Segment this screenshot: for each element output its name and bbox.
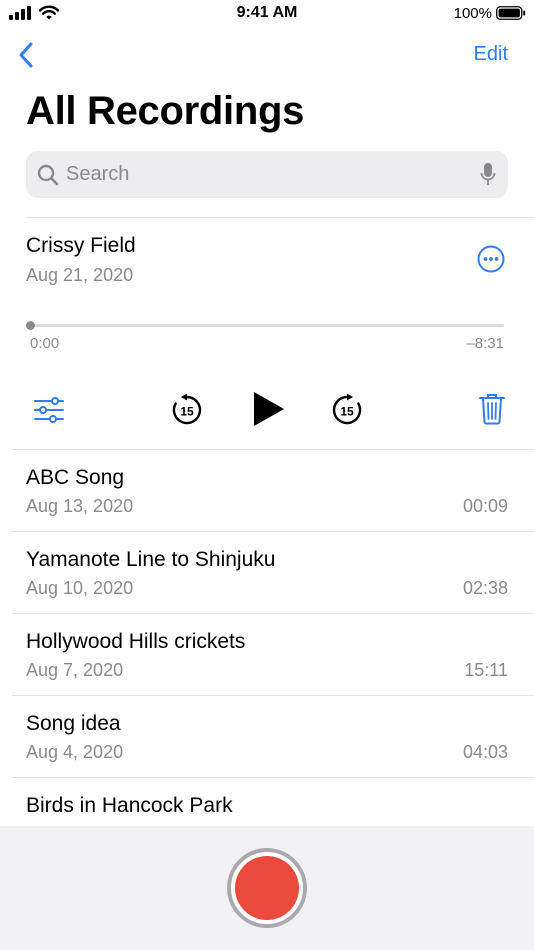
recording-title: Yamanote Line to Shinjuku	[26, 548, 276, 571]
skip-forward-seconds: 15	[340, 405, 354, 419]
list-item[interactable]: Hollywood Hills crickets Aug 7, 2020 15:…	[0, 614, 534, 696]
recording-duration: 02:38	[462, 578, 508, 598]
microphone-icon[interactable]	[480, 162, 496, 188]
record-icon	[235, 856, 299, 920]
search-input[interactable]	[66, 151, 456, 198]
trash-icon[interactable]	[479, 393, 505, 425]
recording-title: Song idea	[26, 712, 121, 735]
recording-title: Hollywood Hills crickets	[26, 630, 246, 653]
page-title: All Recordings	[26, 89, 305, 133]
battery-percent: 100%	[453, 5, 492, 22]
recording-title: Birds in Hancock Park	[26, 794, 233, 817]
recording-title: Crissy Field	[26, 234, 136, 257]
skip-back-seconds: 15	[180, 405, 194, 419]
scrubber-track	[26, 324, 504, 327]
chevron-left-icon	[19, 42, 33, 68]
more-options-icon[interactable]	[477, 245, 505, 273]
time-elapsed: 0:00	[30, 335, 60, 352]
battery-icon	[496, 6, 526, 20]
recording-duration: 04:03	[462, 742, 508, 762]
recording-duration: 15:11	[464, 660, 508, 680]
recording-date: Aug 4, 2020	[26, 742, 124, 762]
list-item[interactable]: ABC Song Aug 13, 2020 00:09	[0, 450, 534, 532]
divider	[26, 217, 534, 218]
time-remaining: –8:31	[466, 335, 504, 352]
play-icon[interactable]	[252, 390, 286, 428]
recording-date: Aug 13, 2020	[26, 496, 134, 516]
status-bar: 9:41 AM 100%	[0, 0, 534, 30]
recording-date: Aug 10, 2020	[26, 578, 134, 598]
record-button[interactable]	[227, 848, 307, 928]
list-item[interactable]: Yamanote Line to Shinjuku Aug 10, 2020 0…	[0, 532, 534, 614]
recording-date: Aug 21, 2020	[26, 265, 134, 285]
recording-title: ABC Song	[26, 466, 125, 489]
list-item[interactable]: Song idea Aug 4, 2020 04:03	[0, 696, 534, 778]
back-button[interactable]	[14, 40, 38, 70]
search-bar[interactable]	[26, 151, 508, 198]
scrubber-knob[interactable]	[26, 321, 35, 330]
playback-scrubber[interactable]	[26, 317, 504, 333]
skip-back-15-icon[interactable]: 15	[170, 393, 204, 427]
search-icon	[37, 164, 59, 186]
recording-date: Aug 7, 2020	[26, 660, 124, 680]
skip-forward-15-icon[interactable]: 15	[330, 393, 364, 427]
edit-button[interactable]: Edit	[474, 43, 508, 66]
edit-options-icon[interactable]	[34, 397, 64, 423]
recording-duration: 00:09	[462, 496, 508, 516]
